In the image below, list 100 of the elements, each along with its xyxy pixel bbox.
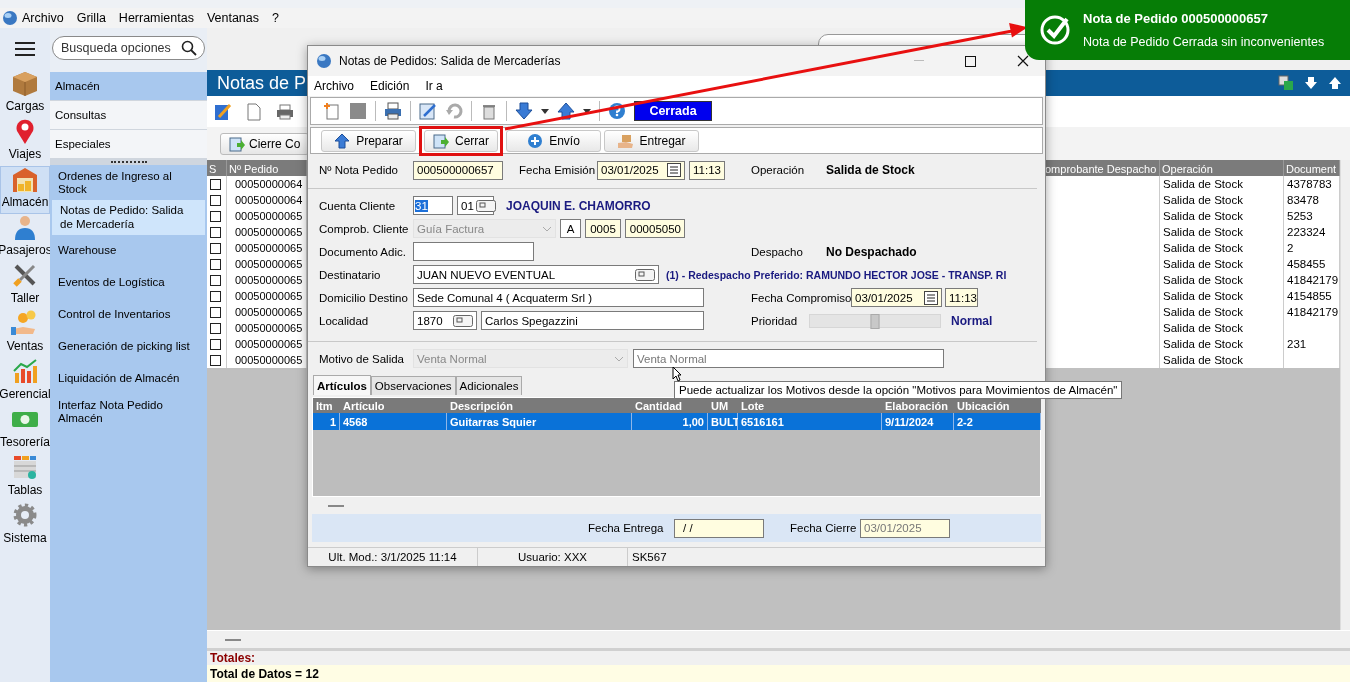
splitter-handle[interactable] xyxy=(328,504,344,507)
checkbox[interactable] xyxy=(210,226,221,238)
splitter-handle[interactable] xyxy=(225,638,241,641)
table-cell: Salida de Stock xyxy=(1160,288,1284,304)
table-row[interactable]: 1 4568 Guitarras Squier 1,00 BULT 6516161 9/11/2024 2-2 xyxy=(313,413,1040,430)
lookup-icon[interactable] xyxy=(635,268,655,281)
checkbox[interactable] xyxy=(210,274,221,286)
checkbox[interactable] xyxy=(210,194,221,206)
up-arrow-icon[interactable] xyxy=(557,102,575,120)
account-field[interactable]: 31 xyxy=(413,196,453,215)
field-label: Motivo de Salida xyxy=(319,352,406,365)
rail-item[interactable]: Viajes xyxy=(0,118,50,166)
document-icon[interactable] xyxy=(246,102,262,121)
up-arrow-icon[interactable] xyxy=(1328,76,1342,90)
table-cell: 00050000065 xyxy=(227,352,307,368)
down-arrow-icon[interactable] xyxy=(1304,76,1318,90)
menu-item[interactable]: Archivo xyxy=(18,11,73,25)
nav-item[interactable]: Notas de Pedido: Salida de Mercadería xyxy=(52,200,205,235)
rail-item[interactable]: Almacén xyxy=(0,166,50,214)
branch-field[interactable]: 01 xyxy=(457,196,494,215)
menu-item[interactable]: Ir a xyxy=(425,79,443,93)
recipient-field[interactable]: JUAN NUEVO EVENTUAL xyxy=(413,265,659,284)
scrollbar[interactable] xyxy=(1340,160,1350,630)
menu-item[interactable]: Archivo xyxy=(314,79,354,93)
rail-item[interactable]: Gerencial xyxy=(0,358,50,406)
menu-item[interactable]: Grilla xyxy=(72,11,115,25)
windows-icon[interactable] xyxy=(1278,75,1294,91)
table-cell: 83478 xyxy=(1284,192,1340,208)
address-field[interactable]: Sede Comunal 4 ( Acquaterm Srl ) xyxy=(413,288,704,307)
date-field[interactable]: 03/01/2025 xyxy=(597,160,685,180)
nav-item[interactable]: Eventos de Logística xyxy=(50,266,207,299)
checkbox[interactable] xyxy=(210,322,221,334)
letter-field[interactable]: A xyxy=(560,219,581,238)
voucher-number-field[interactable]: 00005050 xyxy=(625,219,685,238)
printer-icon[interactable] xyxy=(384,102,402,120)
menu-item[interactable]: Edición xyxy=(370,79,410,93)
edit-icon[interactable] xyxy=(214,102,232,121)
calendar-icon[interactable] xyxy=(667,163,681,177)
nav-item[interactable]: Generación de picking list xyxy=(50,330,207,363)
checkbox[interactable] xyxy=(210,338,221,350)
delivery-date-field[interactable]: / / xyxy=(674,518,764,538)
nav-item[interactable]: Interfaz Nota Pedido Almacén xyxy=(50,394,207,430)
nav-item[interactable]: Warehouse xyxy=(50,234,207,267)
time-field[interactable]: 11:13 xyxy=(945,288,978,307)
checkbox[interactable] xyxy=(210,258,221,270)
date-field[interactable]: 03/01/2025 xyxy=(851,288,942,307)
stop-icon[interactable] xyxy=(349,102,367,120)
checkbox[interactable] xyxy=(210,210,221,222)
new-document-icon[interactable] xyxy=(323,102,341,120)
nav-group[interactable]: Consultas xyxy=(50,101,207,130)
priority-value: Normal xyxy=(951,313,993,328)
priority-slider[interactable] xyxy=(809,313,941,328)
reason-field[interactable]: Venta Normal xyxy=(633,349,944,368)
menu-item[interactable]: ? xyxy=(268,11,288,25)
slider-thumb[interactable] xyxy=(870,313,880,329)
rail-item[interactable]: Pasajeros xyxy=(0,214,50,262)
nav-item[interactable]: Control de Inventarios xyxy=(50,298,207,331)
checkbox[interactable] xyxy=(210,242,221,254)
tab[interactable]: Artículos xyxy=(313,375,371,395)
tab[interactable]: Observaciones xyxy=(370,376,456,395)
time-field[interactable]: 11:13 xyxy=(689,160,725,180)
menu-item[interactable]: Herramientas xyxy=(114,11,203,25)
table-cell: 41842179 xyxy=(1284,272,1340,288)
nav-item[interactable]: Liquidación de Almacén xyxy=(50,362,207,395)
search-field[interactable]: Busqueda opciones xyxy=(52,36,205,60)
tab[interactable]: Adicionales xyxy=(455,376,523,395)
edit-icon[interactable] xyxy=(419,102,437,120)
action-button[interactable]: Cerrar xyxy=(424,129,498,152)
menu-icon[interactable] xyxy=(15,41,35,57)
menu-item[interactable]: Ventanas xyxy=(202,11,269,25)
postal-code-field[interactable]: 1870 xyxy=(413,311,477,330)
rail-item[interactable]: Ventas xyxy=(0,310,50,358)
close-button[interactable]: Cierre Co xyxy=(220,132,310,155)
rail-item[interactable]: Tablas xyxy=(0,454,50,502)
checkbox[interactable] xyxy=(210,306,221,318)
printer-icon[interactable] xyxy=(276,103,294,120)
rail-item[interactable]: Cargas xyxy=(0,70,50,118)
trash-icon[interactable] xyxy=(480,102,498,120)
action-button[interactable]: Envío xyxy=(506,129,601,152)
rail-item[interactable]: Tesorería xyxy=(0,406,50,454)
order-number-field[interactable]: 000500000657 xyxy=(413,160,503,180)
action-button[interactable]: Entregar xyxy=(604,129,699,152)
point-field[interactable]: 0005 xyxy=(585,219,621,238)
nav-group[interactable]: Almacén xyxy=(50,72,207,101)
checkbox[interactable] xyxy=(210,178,221,190)
rail-item[interactable]: Sistema xyxy=(0,502,50,550)
checkbox[interactable] xyxy=(210,290,221,302)
locality-field[interactable]: Carlos Spegazzini xyxy=(481,311,704,330)
calendar-icon[interactable] xyxy=(924,290,938,305)
nav-group[interactable]: Especiales xyxy=(50,130,207,159)
document-field[interactable] xyxy=(413,242,534,261)
lookup-icon[interactable] xyxy=(453,314,473,327)
action-button[interactable]: Preparar xyxy=(321,129,416,152)
rail-item[interactable]: Taller xyxy=(0,262,50,310)
down-arrow-icon[interactable] xyxy=(515,102,533,120)
table-cell: 1 xyxy=(313,413,340,430)
lookup-icon[interactable] xyxy=(475,199,496,212)
nav-item[interactable]: Ordenes de Ingreso al Stock xyxy=(50,166,207,201)
caret-icon[interactable] xyxy=(541,108,549,114)
checkbox[interactable] xyxy=(210,354,221,366)
